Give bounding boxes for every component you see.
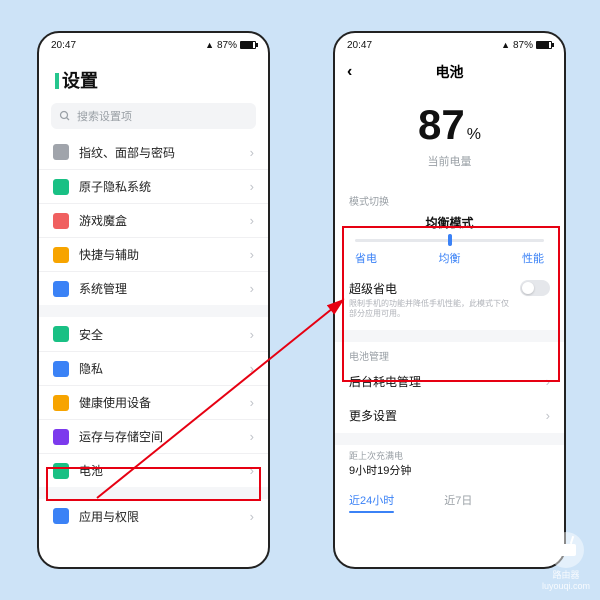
- chevron-right-icon: ›: [250, 281, 254, 296]
- back-button[interactable]: ‹: [347, 63, 352, 81]
- chevron-right-icon: ›: [250, 509, 254, 524]
- super-save-desc: 限制手机的功能并降低手机性能，此模式下仅部分应用可用。: [349, 299, 512, 320]
- mode-option-save[interactable]: 省电: [355, 250, 377, 266]
- settings-item-隐私[interactable]: 隐私 ›: [39, 351, 268, 385]
- search-input[interactable]: 搜索设置项: [51, 103, 256, 129]
- chevron-right-icon: ›: [250, 179, 254, 194]
- router-icon: [556, 544, 576, 556]
- item-label: 游戏魔盒: [79, 212, 127, 229]
- item-label: 电池: [79, 462, 103, 479]
- status-bar: 20:47 ▲ 87%: [335, 33, 564, 57]
- row-background-usage[interactable]: 后台耗电管理›: [335, 365, 564, 399]
- search-icon: [59, 110, 71, 122]
- settings-item-安全[interactable]: 安全 ›: [39, 317, 268, 351]
- battery-icon: [240, 41, 256, 49]
- item-label: 原子隐私系统: [79, 178, 151, 195]
- last-charge-value: 9小时19分钟: [335, 462, 564, 482]
- mode-slider-thumb: [448, 234, 452, 246]
- row-more-settings[interactable]: 更多设置›: [335, 399, 564, 433]
- clock: 20:47: [347, 40, 372, 51]
- battery-percentage-label: 当前电量: [335, 153, 564, 169]
- chevron-right-icon: ›: [250, 247, 254, 262]
- search-placeholder: 搜索设置项: [77, 108, 132, 124]
- settings-item-健康使用设备[interactable]: 健康使用设备 ›: [39, 385, 268, 419]
- super-save-toggle[interactable]: [520, 280, 550, 296]
- section-battery-mgmt: 电池管理: [335, 342, 564, 365]
- item-label: 隐私: [79, 360, 103, 377]
- signal-icon: ▲: [501, 40, 510, 50]
- item-label: 应用与权限: [79, 508, 139, 525]
- item-label: 健康使用设备: [79, 394, 151, 411]
- battery-icon: [536, 41, 552, 49]
- battery-pct: 87%: [513, 40, 533, 51]
- chevron-right-icon: ›: [250, 429, 254, 444]
- settings-item-电池[interactable]: 电池 ›: [39, 453, 268, 487]
- chevron-right-icon: ›: [250, 463, 254, 478]
- mode-option-balanced[interactable]: 均衡: [439, 250, 461, 266]
- chevron-right-icon: ›: [250, 327, 254, 342]
- chevron-right-icon: ›: [250, 213, 254, 228]
- tab-7d[interactable]: 近7日: [444, 492, 472, 513]
- item-label: 快捷与辅助: [79, 246, 139, 263]
- chevron-right-icon: ›: [250, 395, 254, 410]
- item-label: 指纹、面部与密码: [79, 144, 175, 161]
- page-title: 设置: [39, 57, 268, 99]
- item-label: 系统管理: [79, 280, 127, 297]
- settings-item-应用与权限[interactable]: 应用与权限 ›: [39, 499, 268, 533]
- current-mode: 均衡模式: [335, 214, 564, 231]
- last-charge-label: 距上次充满电: [335, 445, 564, 462]
- item-label: 安全: [79, 326, 103, 343]
- status-bar: 20:47 ▲ 87%: [39, 33, 268, 57]
- settings-item-指纹、面部与密码[interactable]: 指纹、面部与密码 ›: [39, 135, 268, 169]
- settings-item-快捷与辅助[interactable]: 快捷与辅助 ›: [39, 237, 268, 271]
- chevron-right-icon: ›: [250, 145, 254, 160]
- settings-item-原子隐私系统[interactable]: 原子隐私系统 ›: [39, 169, 268, 203]
- section-mode-switch: 模式切换: [335, 187, 564, 210]
- clock: 20:47: [51, 40, 76, 51]
- phone-battery: 20:47 ▲ 87% ‹ 电池 87% 当前电量 模式切换 均衡模式 省电 均…: [333, 31, 566, 569]
- settings-item-系统管理[interactable]: 系统管理 ›: [39, 271, 268, 305]
- mode-option-performance[interactable]: 性能: [522, 250, 544, 266]
- signal-icon: ▲: [205, 40, 214, 50]
- page-title: 电池: [335, 62, 564, 82]
- battery-pct: 87%: [217, 40, 237, 51]
- settings-item-游戏魔盒[interactable]: 游戏魔盒 ›: [39, 203, 268, 237]
- watermark: 路由器 luyouqi.com: [542, 532, 590, 592]
- super-save-title: 超级省电: [349, 280, 512, 297]
- item-label: 运存与存储空间: [79, 428, 163, 445]
- chevron-right-icon: ›: [250, 361, 254, 376]
- phone-settings: 20:47 ▲ 87% 设置 搜索设置项 指纹、面部与密码›原子隐私系统›游戏魔…: [37, 31, 270, 569]
- mode-slider[interactable]: [355, 239, 544, 242]
- tab-24h[interactable]: 近24小时: [349, 492, 394, 513]
- battery-percentage: 87%: [335, 101, 564, 149]
- settings-item-运存与存储空间[interactable]: 运存与存储空间 ›: [39, 419, 268, 453]
